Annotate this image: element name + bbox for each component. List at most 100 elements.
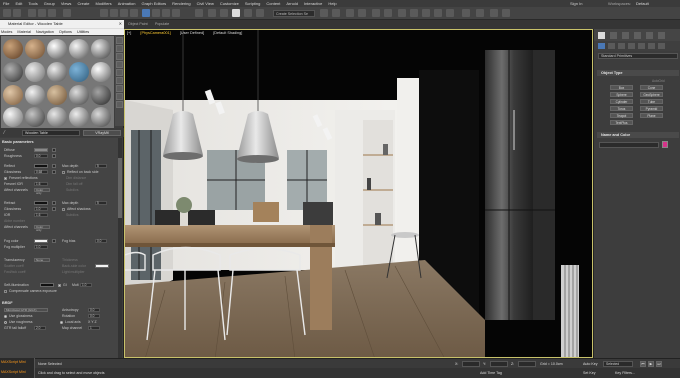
- primitive-type-dropdown[interactable]: Standard Primitives: [598, 53, 678, 59]
- create-tab-icon[interactable]: [598, 32, 605, 39]
- rotation-spinner[interactable]: 0.0: [88, 314, 100, 318]
- use-roughness-radio[interactable]: [4, 321, 7, 324]
- affect-shadows-checkbox[interactable]: [62, 208, 65, 211]
- object-type-rollout[interactable]: Object Type: [597, 70, 679, 76]
- rectangular-selection-icon[interactable]: [120, 9, 128, 17]
- menu-scripting[interactable]: Scripting: [245, 1, 261, 6]
- sample-slot[interactable]: [3, 107, 23, 127]
- y-coord-field[interactable]: [490, 361, 508, 367]
- textplus-button[interactable]: TextPlus: [610, 120, 633, 125]
- mirror-icon[interactable]: [320, 9, 328, 17]
- menu-animation[interactable]: Animation: [118, 1, 136, 6]
- local-axis-radio[interactable]: [60, 321, 63, 324]
- menu-customize[interactable]: Customize: [220, 1, 239, 6]
- menu-arnold[interactable]: Arnold: [286, 1, 298, 6]
- geometry-icon[interactable]: [598, 43, 605, 49]
- pyramid-button[interactable]: Pyramid: [640, 106, 663, 111]
- viewport[interactable]: [+] [PhysCamera001] [User Defined] [Defa…: [124, 29, 593, 358]
- curve-editor-icon[interactable]: [372, 9, 380, 17]
- video-color-check-icon[interactable]: [116, 69, 123, 76]
- menu-file[interactable]: File: [3, 1, 9, 6]
- material-name-field[interactable]: Wooden Table: [22, 130, 80, 136]
- menu-edit[interactable]: Edit: [15, 1, 22, 6]
- material-editor-title-bar[interactable]: Material Editor - Wooden Table ✕: [0, 20, 124, 28]
- menu-views[interactable]: Views: [61, 1, 72, 6]
- rendered-frame-window-icon[interactable]: [422, 9, 430, 17]
- sample-slot[interactable]: [25, 107, 45, 127]
- material-navigator-icon[interactable]: [116, 101, 123, 108]
- select-by-name-icon[interactable]: [110, 9, 118, 17]
- undo-icon[interactable]: [3, 9, 11, 17]
- sign-in-button[interactable]: Sign In: [570, 1, 582, 6]
- glossiness-map-button[interactable]: [52, 170, 56, 174]
- mult-spinner[interactable]: 1.0: [80, 283, 92, 287]
- go-to-start-icon[interactable]: ⏮: [640, 361, 646, 367]
- basic-parameters-header[interactable]: Basic parameters: [2, 140, 34, 144]
- refract-max-depth-spinner[interactable]: 5: [95, 201, 107, 205]
- snaps-toggle-icon[interactable]: [220, 9, 228, 17]
- material-editor-icon[interactable]: [398, 9, 406, 17]
- render-production-icon[interactable]: [434, 9, 442, 17]
- diffuse-map-button[interactable]: [52, 148, 56, 152]
- play-icon[interactable]: ▶: [648, 361, 654, 367]
- modify-tab-icon[interactable]: [610, 32, 617, 39]
- sample-slot[interactable]: [91, 85, 111, 105]
- backlight-icon[interactable]: [116, 45, 123, 52]
- menu-create[interactable]: Create: [77, 1, 89, 6]
- reflect-swatch[interactable]: [34, 164, 48, 168]
- select-object-icon[interactable]: [100, 9, 108, 17]
- background-icon[interactable]: [116, 53, 123, 60]
- sample-slot[interactable]: [91, 107, 111, 127]
- workspaces-dropdown[interactable]: Default: [636, 1, 649, 6]
- scrollbar-thumb[interactable]: [118, 158, 122, 218]
- viewport-label[interactable]: [+] [PhysCamera001] [User Defined] [Defa…: [127, 31, 250, 35]
- refract-swatch[interactable]: [34, 201, 48, 205]
- auto-key-button[interactable]: Auto Key: [583, 362, 598, 366]
- fog-color-map-button[interactable]: [52, 239, 56, 243]
- window-crossing-icon[interactable]: [130, 9, 138, 17]
- sample-slot[interactable]: [47, 39, 67, 59]
- select-rotate-icon[interactable]: [152, 9, 160, 17]
- gi-checkbox[interactable]: [58, 284, 61, 287]
- refract-glossiness-spinner[interactable]: 1.0: [34, 207, 48, 211]
- menu-tools[interactable]: Tools: [28, 1, 37, 6]
- viewport-menu-plus[interactable]: [+]: [127, 31, 131, 35]
- cone-button[interactable]: Cone: [640, 85, 663, 90]
- selection-set-field[interactable]: Create Selection Se: [273, 10, 315, 17]
- roughness-spinner[interactable]: 0.0: [34, 154, 48, 158]
- render-active-icon[interactable]: [446, 9, 454, 17]
- sample-slot[interactable]: [91, 62, 111, 82]
- menu-civil-view[interactable]: Civil View: [197, 1, 214, 6]
- sample-slot[interactable]: [47, 62, 67, 82]
- motion-tab-icon[interactable]: [634, 32, 641, 39]
- sample-slot[interactable]: [3, 85, 23, 105]
- schematic-view-icon[interactable]: [384, 9, 392, 17]
- object-color-swatch[interactable]: [662, 141, 668, 148]
- select-by-material-icon[interactable]: [116, 93, 123, 100]
- translucency-dropdown[interactable]: None: [34, 258, 50, 262]
- maxscript-line-2[interactable]: MAXScript Mini: [1, 370, 26, 374]
- geosphere-button[interactable]: GeoSphere: [640, 92, 663, 97]
- sample-slot[interactable]: [25, 85, 45, 105]
- angle-snap-icon[interactable]: [232, 9, 240, 17]
- systems-icon[interactable]: [658, 43, 665, 49]
- sphere-button[interactable]: Sphere: [610, 92, 633, 97]
- sample-slot[interactable]: [3, 62, 23, 82]
- spinner-snap-icon[interactable]: [256, 9, 264, 17]
- fog-color-swatch[interactable]: [34, 239, 48, 243]
- ribbon-tab-2[interactable]: Populate: [155, 22, 169, 26]
- percent-snap-icon[interactable]: [244, 9, 252, 17]
- keyboard-shortcut-icon[interactable]: [208, 9, 216, 17]
- helpers-icon[interactable]: [638, 43, 645, 49]
- object-name-field[interactable]: [599, 142, 659, 148]
- fog-bias-spinner[interactable]: 0.0: [95, 239, 107, 243]
- a360-icon[interactable]: [462, 9, 470, 17]
- cylinder-button[interactable]: Cylinder: [610, 99, 633, 104]
- reflect-map-button[interactable]: [52, 164, 56, 168]
- menu-group[interactable]: Group: [44, 1, 55, 6]
- roughness-map-button[interactable]: [52, 154, 56, 158]
- plane-button[interactable]: Plane: [640, 113, 663, 118]
- maxscript-listener[interactable]: MAXScript Mini MAXScript Mini: [0, 358, 35, 378]
- sample-slot[interactable]: [25, 62, 45, 82]
- diffuse-swatch[interactable]: [34, 148, 48, 152]
